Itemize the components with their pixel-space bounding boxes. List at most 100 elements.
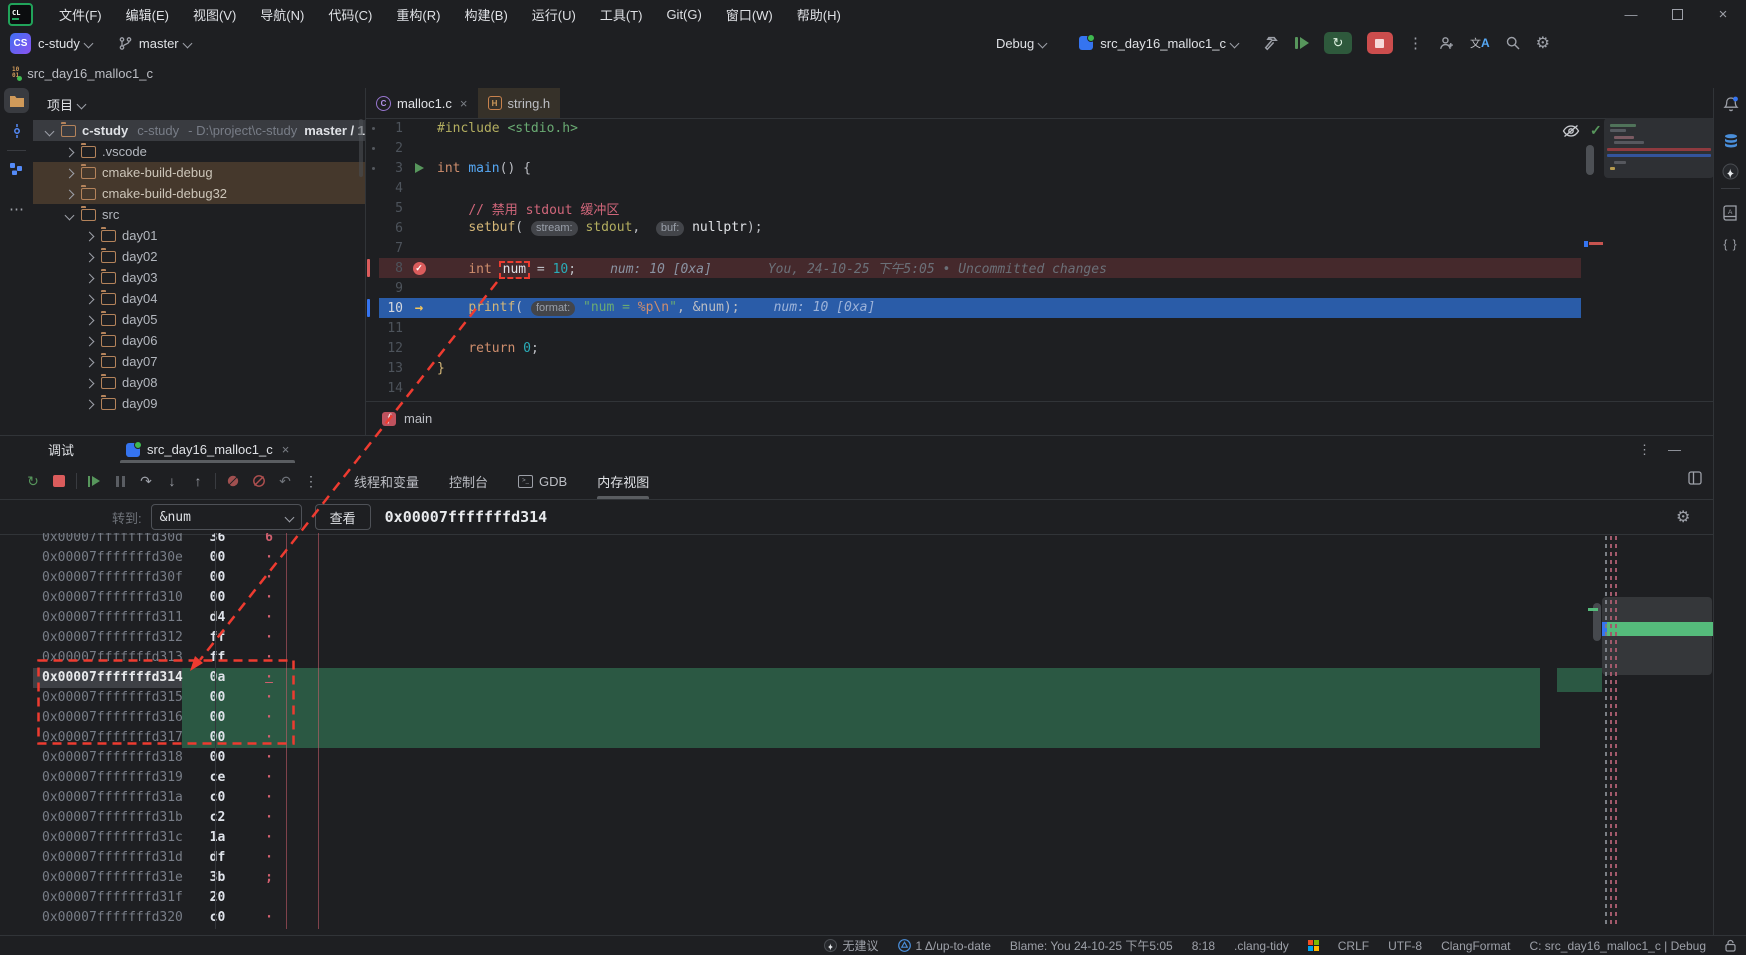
code-line-9[interactable]: 9 <box>366 278 1714 298</box>
tree-item[interactable]: day02 <box>33 246 365 267</box>
menu-item[interactable]: 帮助(H) <box>785 0 853 28</box>
memory-table[interactable]: 0x00007fffffffd30d3660x00007fffffffd30e0… <box>33 533 1713 929</box>
eye-off-icon[interactable] <box>1562 124 1580 138</box>
tree-item[interactable]: src <box>33 204 365 225</box>
memory-row[interactable]: 0x00007fffffffd31bc2· <box>33 808 1713 828</box>
breakpoint-icon[interactable]: ✓ <box>413 262 426 275</box>
status-item[interactable] <box>1308 940 1319 951</box>
status-item[interactable]: 8:18 <box>1192 939 1215 953</box>
memory-row[interactable]: 0x00007fffffffd31ac0· <box>33 788 1713 808</box>
window-minimize-button[interactable]: — <box>1608 0 1654 28</box>
documentation-button[interactable]: A <box>1718 200 1743 225</box>
layout-settings-button[interactable] <box>1688 471 1702 485</box>
menu-item[interactable]: 导航(N) <box>248 0 316 28</box>
menu-item[interactable]: 窗口(W) <box>714 0 785 28</box>
close-icon[interactable]: × <box>282 442 290 457</box>
menu-item[interactable]: 文件(F) <box>47 0 114 28</box>
status-item[interactable]: UTF-8 <box>1388 939 1422 953</box>
status-item[interactable]: ClangFormat <box>1441 939 1510 953</box>
code-editor[interactable]: 1#include <stdio.h>23int main() {45 // 禁… <box>366 118 1714 400</box>
search-everywhere-button[interactable] <box>1505 35 1521 51</box>
gutter-icon-slot[interactable] <box>406 358 432 378</box>
code-line-10[interactable]: 10→ printf( format: "num = %p\n", &num);… <box>366 298 1714 318</box>
debug-more-button[interactable]: ⋮ <box>298 470 324 492</box>
step-into-button[interactable]: ↓ <box>159 470 185 492</box>
menu-item[interactable]: 重构(R) <box>384 0 452 28</box>
gutter-icon-slot[interactable] <box>406 278 432 298</box>
run-config-selector[interactable]: src_day16_malloc1_c <box>1079 36 1238 51</box>
menu-item[interactable]: 编辑(E) <box>114 0 181 28</box>
code-line-2[interactable]: 2 <box>366 138 1714 158</box>
more-actions-button[interactable]: ⋮ <box>1408 34 1423 52</box>
database-button[interactable] <box>1718 128 1743 153</box>
memory-row[interactable]: 0x00007fffffffd31800· <box>33 748 1713 768</box>
run-mode-selector[interactable]: Debug <box>996 36 1046 51</box>
step-out-button[interactable]: ↑ <box>185 470 211 492</box>
code-line-8[interactable]: 8✓ int num = 10;num: 10 [0xa]You, 24-10-… <box>366 258 1714 278</box>
rerun-button[interactable]: ↻ <box>20 470 46 492</box>
code-line-5[interactable]: 5 // 禁用 stdout 缓冲区 <box>366 198 1714 218</box>
no-problems-check-icon[interactable]: ✓ <box>1590 122 1602 139</box>
commit-tool-button[interactable] <box>4 118 29 143</box>
project-panel-header[interactable]: 项目 <box>33 88 365 120</box>
debug-tab-GDB[interactable]: >_GDB <box>518 463 567 499</box>
build-button[interactable] <box>1263 35 1280 52</box>
window-maximize-button[interactable] <box>1654 0 1700 28</box>
ai-assistant-button[interactable] <box>1718 159 1743 184</box>
project-widget[interactable]: CS c-study <box>0 33 92 54</box>
memory-row[interactable]: 0x00007fffffffd31f20 <box>33 888 1713 908</box>
memory-row[interactable]: 0x00007fffffffd30f00· <box>33 568 1713 588</box>
memory-row[interactable]: 0x00007fffffffd31ddf· <box>33 848 1713 868</box>
status-item[interactable]: 1 Δ/up-to-date <box>898 939 991 953</box>
status-item[interactable]: 无建议 <box>824 937 878 954</box>
memory-settings-button[interactable]: ⚙ <box>1676 507 1690 527</box>
memory-row[interactable]: 0x00007fffffffd30d366 <box>33 533 1713 548</box>
memory-row[interactable]: 0x00007fffffffd3140a· <box>33 668 1713 688</box>
memory-row[interactable]: 0x00007fffffffd31500· <box>33 688 1713 708</box>
code-line-14[interactable]: 14 <box>366 378 1714 398</box>
memory-row[interactable]: 0x00007fffffffd30e00· <box>33 548 1713 568</box>
code-line-1[interactable]: 1#include <stdio.h> <box>366 118 1714 138</box>
tree-item-root[interactable]: c-studyc-study- D:\project\c-studymaster… <box>33 120 365 141</box>
menu-item[interactable]: 工具(T) <box>588 0 655 28</box>
notifications-button[interactable] <box>1718 92 1743 117</box>
memory-row[interactable]: 0x00007fffffffd31e3b; <box>33 868 1713 888</box>
tree-item[interactable]: day06 <box>33 330 365 351</box>
window-close-button[interactable]: × <box>1700 0 1746 28</box>
gutter-icon-slot[interactable] <box>406 218 432 238</box>
project-tool-button[interactable] <box>4 88 29 113</box>
mute-breakpoints-button[interactable] <box>220 470 246 492</box>
tree-item[interactable]: day09 <box>33 393 365 414</box>
status-item[interactable] <box>1725 939 1736 952</box>
debug-tab-控制台[interactable]: 控制台 <box>449 463 488 499</box>
debug-panel-title[interactable]: 调试 <box>48 440 74 459</box>
view-memory-button[interactable]: 查看 <box>315 504 371 530</box>
pause-button[interactable] <box>107 470 133 492</box>
status-item[interactable]: Blame: You 24-10-25 下午5:05 <box>1010 937 1173 954</box>
memory-row[interactable]: 0x00007fffffffd31000· <box>33 588 1713 608</box>
menu-item[interactable]: Git(G) <box>654 0 713 28</box>
breadcrumb-function[interactable]: main <box>404 411 432 426</box>
memory-row[interactable]: 0x00007fffffffd319ce· <box>33 768 1713 788</box>
debug-panel-minimize-button[interactable]: — <box>1668 442 1681 457</box>
gutter-icon-slot[interactable] <box>406 318 432 338</box>
gutter-icon-slot[interactable] <box>406 198 432 218</box>
code-line-11[interactable]: 11 <box>366 318 1714 338</box>
tree-item[interactable]: day01 <box>33 225 365 246</box>
breadcrumb[interactable]: src_day16_malloc1_c <box>27 66 153 81</box>
memory-row[interactable]: 0x00007fffffffd31c1a· <box>33 828 1713 848</box>
editor-tab-malloc1-c[interactable]: Cmalloc1.c× <box>366 88 478 118</box>
gutter-icon-slot[interactable] <box>406 178 432 198</box>
code-line-6[interactable]: 6 setbuf( stream: stdout, buf: nullptr); <box>366 218 1714 238</box>
settings-button[interactable]: ⚙ <box>1536 33 1550 53</box>
code-line-3[interactable]: 3int main() { <box>366 158 1714 178</box>
menu-item[interactable]: 运行(U) <box>520 0 588 28</box>
memory-row[interactable]: 0x00007fffffffd31700· <box>33 728 1713 748</box>
status-item[interactable]: CRLF <box>1338 939 1369 953</box>
vcs-branch-widget[interactable]: master <box>118 36 191 51</box>
menu-item[interactable]: 构建(B) <box>452 0 519 28</box>
reset-frame-button[interactable]: ↶ <box>272 470 298 492</box>
code-line-13[interactable]: 13} <box>366 358 1714 378</box>
ast-tool-button[interactable]: { } <box>1718 231 1743 256</box>
code-with-me-button[interactable] <box>1438 35 1455 52</box>
